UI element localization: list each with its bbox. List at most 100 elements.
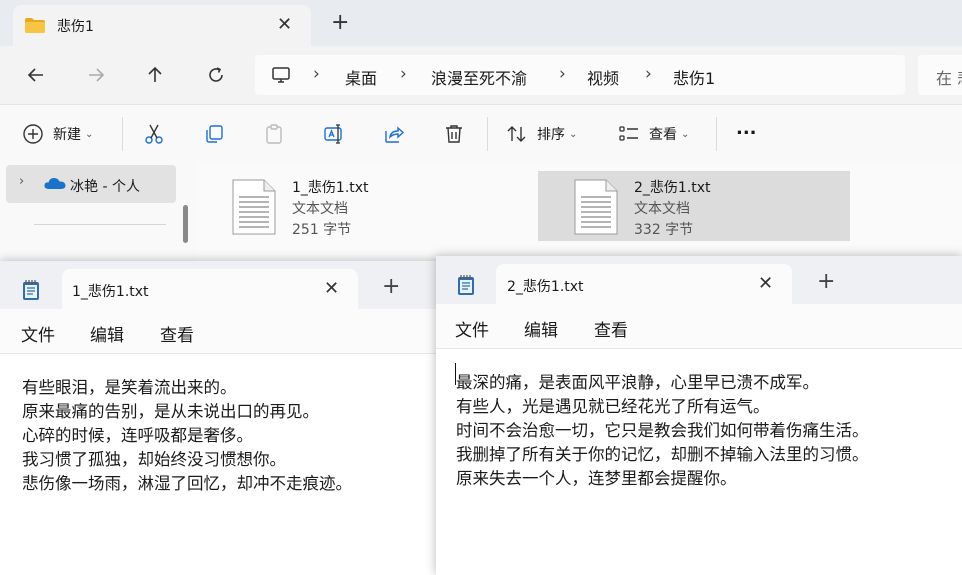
notepad-icon xyxy=(458,275,474,295)
delete-button[interactable] xyxy=(443,123,465,145)
close-icon[interactable]: ✕ xyxy=(324,278,339,299)
text-line: 我删掉了所有关于你的记忆，却删不掉输入法里的习惯。 xyxy=(456,445,869,464)
forward-button[interactable] xyxy=(80,60,112,90)
notepad-icon xyxy=(23,280,39,300)
chevron-right-icon: › xyxy=(313,64,320,84)
chevron-right-icon: › xyxy=(645,64,652,84)
sort-button[interactable]: 排序 ⌄ xyxy=(506,123,577,145)
copy-icon xyxy=(206,125,223,143)
menu-view[interactable]: 查看 xyxy=(160,321,194,346)
new-tab-button[interactable]: + xyxy=(331,12,349,34)
file-type: 文本文档 xyxy=(634,201,690,217)
notepad-tab-bar: 1_悲伤1.txt ✕ + xyxy=(0,261,440,309)
rename-icon xyxy=(324,124,342,144)
notepad-tab-title: 2_悲伤1.txt xyxy=(507,279,584,295)
cloud-icon xyxy=(44,178,66,189)
explorer-tab[interactable]: 悲伤1 ✕ xyxy=(13,5,311,46)
sort-label: 排序 xyxy=(537,127,565,143)
sidebar-item-label: 冰艳 - 个人 xyxy=(70,179,140,195)
refresh-icon xyxy=(209,67,223,82)
breadcrumb-item[interactable]: 悲伤1 xyxy=(673,65,715,89)
rename-button[interactable] xyxy=(323,123,345,145)
divider xyxy=(716,117,717,151)
menu-edit[interactable]: 编辑 xyxy=(524,316,558,341)
up-button[interactable] xyxy=(139,60,171,90)
arrow-right-icon xyxy=(89,68,105,82)
menu-view[interactable]: 查看 xyxy=(594,316,628,341)
cut-button[interactable] xyxy=(143,123,165,145)
breadcrumb-item[interactable]: 桌面 xyxy=(345,65,377,89)
text-editor[interactable]: 有些眼泪，是笑着流出来的。 原来最痛的告别，是从未说出口的再见。 心碎的时候，连… xyxy=(0,353,440,575)
new-tab-button[interactable]: + xyxy=(382,276,400,298)
more-options-button[interactable]: ... xyxy=(736,117,757,139)
address-bar[interactable]: › 桌面 › 浪漫至死不渝 › 视频 › 悲伤1 xyxy=(255,55,905,95)
menu-file[interactable]: 文件 xyxy=(21,321,55,346)
notepad-tab[interactable]: 1_悲伤1.txt ✕ xyxy=(62,269,358,309)
paste-button[interactable] xyxy=(263,123,285,145)
chevron-down-icon: ⌄ xyxy=(681,128,690,140)
new-button[interactable]: 新建 ⌄ xyxy=(22,123,93,145)
view-icon xyxy=(619,126,638,141)
menu-bar: 文件 编辑 查看 xyxy=(436,304,962,348)
chevron-down-icon: ⌄ xyxy=(85,128,94,140)
new-label: 新建 xyxy=(53,127,81,143)
refresh-button[interactable] xyxy=(200,60,232,90)
back-button[interactable] xyxy=(20,60,52,90)
file-type: 文本文档 xyxy=(292,201,348,217)
copy-button[interactable] xyxy=(203,123,225,145)
text-line: 心碎的时候，连呼吸都是奢侈。 xyxy=(22,426,253,445)
command-bar: 新建 ⌄ 排序 ⌄ 查看 ⌄ ... xyxy=(0,104,962,164)
new-tab-button[interactable]: + xyxy=(817,271,835,293)
trash-icon xyxy=(446,125,462,143)
notepad-window-2: 2_悲伤1.txt ✕ + 文件 编辑 查看 最深的痛，是表面风平浪静，心里早已… xyxy=(436,256,962,575)
text-line: 有些人，光是遇见就已经花光了所有运气。 xyxy=(456,397,770,416)
file-item-selected[interactable]: 2_悲伤1.txt 文本文档 332 字节 xyxy=(538,171,850,241)
chevron-right-icon: › xyxy=(19,174,25,189)
explorer-tab-title: 悲伤1 xyxy=(57,19,94,35)
close-icon[interactable]: ✕ xyxy=(758,273,773,294)
chevron-down-icon: ⌄ xyxy=(569,128,578,140)
menu-file[interactable]: 文件 xyxy=(455,316,489,341)
search-box[interactable]: 在 悲 xyxy=(918,55,962,95)
clipboard-icon xyxy=(266,124,282,144)
sort-icon xyxy=(507,126,526,142)
scissors-icon xyxy=(145,124,163,144)
file-name: 1_悲伤1.txt xyxy=(292,180,369,196)
menu-edit[interactable]: 编辑 xyxy=(90,321,124,346)
close-icon[interactable]: ✕ xyxy=(277,14,292,35)
chevron-right-icon: › xyxy=(559,64,566,84)
file-size: 251 字节 xyxy=(292,222,352,238)
notepad-tab-bar: 2_悲伤1.txt ✕ + xyxy=(436,256,962,304)
notepad-tab[interactable]: 2_悲伤1.txt ✕ xyxy=(496,264,792,304)
computer-icon xyxy=(272,67,290,83)
text-document-icon xyxy=(574,179,618,235)
file-item[interactable]: 1_悲伤1.txt 文本文档 251 字节 xyxy=(196,171,508,241)
breadcrumb-item[interactable]: 浪漫至死不渝 xyxy=(431,65,527,89)
share-button[interactable] xyxy=(383,123,405,145)
search-placeholder: 在 悲 xyxy=(936,69,962,88)
notepad-window-1: 1_悲伤1.txt ✕ + 文件 编辑 查看 有些眼泪，是笑着流出来的。 原来最… xyxy=(0,261,440,575)
text-line: 原来最痛的告别，是从未说出口的再见。 xyxy=(22,402,319,421)
file-name: 2_悲伤1.txt xyxy=(634,180,711,196)
navigation-bar: › 桌面 › 浪漫至死不渝 › 视频 › 悲伤1 在 悲 xyxy=(0,46,962,104)
menu-bar: 文件 编辑 查看 xyxy=(0,309,440,353)
plus-circle-icon xyxy=(23,124,43,144)
file-size: 332 字节 xyxy=(634,222,694,238)
text-document-icon xyxy=(232,179,276,235)
share-icon xyxy=(385,126,405,143)
scrollbar-thumb[interactable] xyxy=(183,205,188,243)
view-label: 查看 xyxy=(649,127,677,143)
text-line: 原来失去一个人，连梦里都会提醒你。 xyxy=(456,469,737,488)
view-button[interactable]: 查看 ⌄ xyxy=(618,123,689,145)
text-editor[interactable]: 最深的痛，是表面风平浪静，心里早已溃不成军。 有些人，光是遇见就已经花光了所有运… xyxy=(436,348,962,575)
breadcrumb-item[interactable]: 视频 xyxy=(587,65,619,89)
text-line: 时间不会治愈一切，它只是教会我们如何带着伤痛生活。 xyxy=(456,421,869,440)
sidebar-item-onedrive[interactable]: › 冰艳 - 个人 xyxy=(6,165,176,203)
text-line: 悲伤像一场雨，淋湿了回忆，却冲不走痕迹。 xyxy=(22,474,352,493)
explorer-tab-bar: 悲伤1 ✕ + xyxy=(0,0,962,46)
arrow-up-icon xyxy=(148,66,162,82)
divider xyxy=(34,224,166,225)
notepad-tab-title: 1_悲伤1.txt xyxy=(72,284,149,300)
folder-icon xyxy=(25,18,45,33)
arrow-left-icon xyxy=(27,68,43,82)
